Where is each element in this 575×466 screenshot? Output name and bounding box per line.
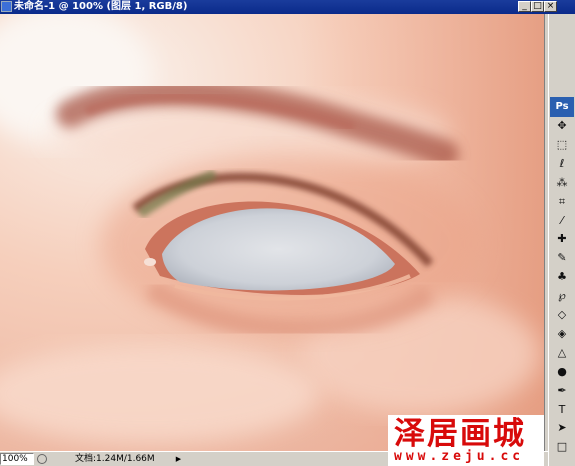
- watermark: 泽居画城 www.zeju.cc: [388, 415, 544, 466]
- marquee-tool-icon[interactable]: ⬚: [553, 137, 571, 153]
- photoshop-logo: Ps: [550, 97, 574, 117]
- maximize-button[interactable]: □: [531, 1, 544, 12]
- document-canvas[interactable]: [0, 14, 544, 451]
- paint-bucket-tool-icon[interactable]: ◈: [553, 326, 571, 342]
- window-title: 未命名-1 @ 100% (图层 1, RGB/8): [14, 1, 188, 12]
- magic-wand-tool-icon[interactable]: ⁂: [553, 175, 571, 191]
- window-titlebar[interactable]: 未命名-1 @ 100% (图层 1, RGB/8) _ □ ×: [0, 0, 575, 14]
- watermark-name: 泽居画城: [394, 416, 526, 452]
- shape-tool-icon[interactable]: □: [553, 439, 571, 455]
- eye-painting: [0, 14, 544, 451]
- clone-stamp-tool-icon[interactable]: ♣: [553, 269, 571, 285]
- document-size-info[interactable]: 文档:1.24M/1.66M: [75, 453, 155, 465]
- minimize-button[interactable]: _: [518, 1, 531, 12]
- path-selection-tool-icon[interactable]: ➤: [553, 420, 571, 436]
- close-button[interactable]: ×: [544, 1, 557, 12]
- status-info-icon[interactable]: [37, 454, 47, 464]
- blur-tool-icon[interactable]: △: [553, 345, 571, 361]
- dodge-tool-icon[interactable]: ●: [553, 364, 571, 380]
- brush-tool-icon[interactable]: ✎: [553, 250, 571, 266]
- pen-tool-icon[interactable]: ✒: [553, 383, 571, 399]
- status-menu-arrow-icon[interactable]: ▶: [174, 454, 183, 464]
- crop-tool-icon[interactable]: ⌗: [553, 194, 571, 210]
- slice-tool-icon[interactable]: ⁄: [553, 213, 571, 229]
- healing-brush-tool-icon[interactable]: ✚: [553, 231, 571, 247]
- tools-palette: Ps ✥ ⬚ ℓ ⁂ ⌗ ⁄ ✚ ✎ ♣ ℘ ◇ ◈ △ ● ✒ T ➤ □: [548, 14, 575, 466]
- watermark-url: www.zeju.cc: [394, 449, 525, 464]
- eraser-tool-icon[interactable]: ◇: [553, 307, 571, 323]
- type-tool-icon[interactable]: T: [553, 402, 571, 418]
- lasso-tool-icon[interactable]: ℓ: [553, 156, 571, 172]
- history-brush-tool-icon[interactable]: ℘: [553, 288, 571, 304]
- move-tool-icon[interactable]: ✥: [553, 118, 571, 134]
- zoom-level-field[interactable]: 100%: [0, 453, 34, 465]
- document-icon: [1, 1, 12, 12]
